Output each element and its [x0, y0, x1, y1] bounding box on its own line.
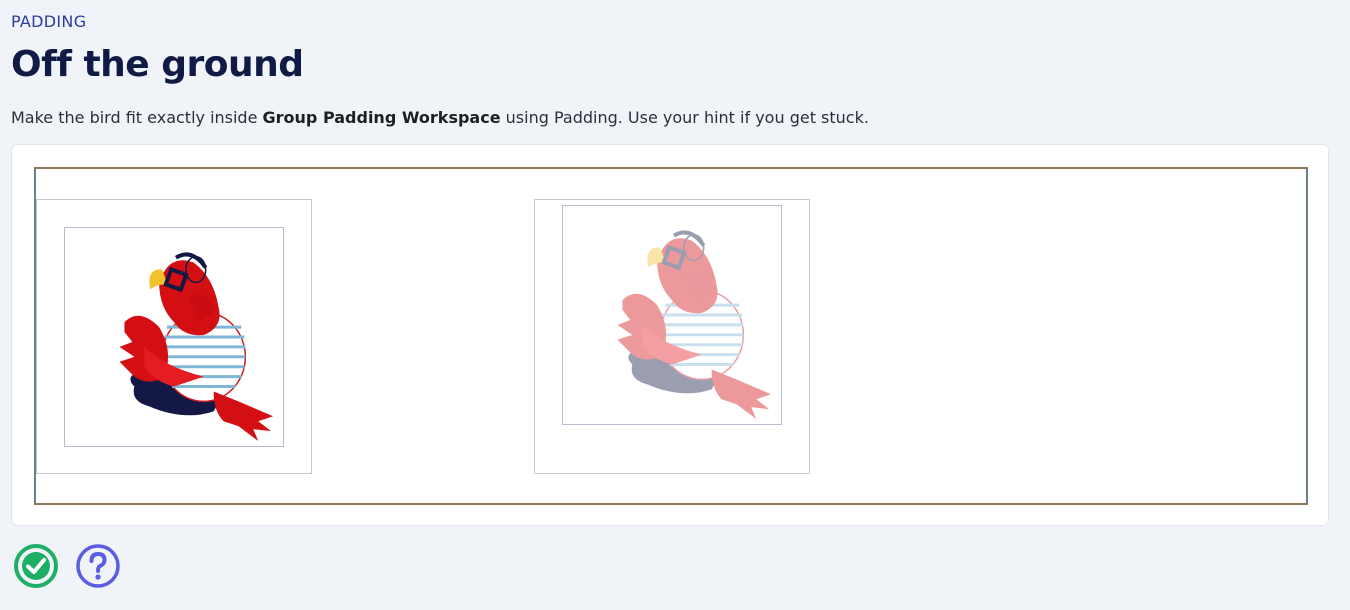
target-group-frame — [534, 199, 810, 474]
parrot-icon — [119, 252, 274, 442]
help-circle-icon — [76, 544, 120, 588]
lesson-eyebrow: PADDING — [11, 12, 87, 31]
check-button[interactable] — [13, 543, 59, 589]
group-padding-workspace — [34, 167, 1308, 505]
user-group-frame[interactable] — [36, 199, 312, 474]
hint-button[interactable] — [75, 543, 121, 589]
target-bird-frame — [562, 205, 782, 425]
instruction-bold: Group Padding Workspace — [262, 108, 501, 127]
instruction-post: using Padding. Use your hint if you get … — [500, 108, 869, 127]
check-circle-icon — [14, 544, 58, 588]
parrot-icon — [617, 230, 772, 420]
instruction-text: Make the bird fit exactly inside Group P… — [11, 108, 869, 127]
user-bird-frame[interactable] — [64, 227, 284, 447]
page-title: Off the ground — [11, 44, 304, 85]
instruction-pre: Make the bird fit exactly inside — [11, 108, 263, 127]
